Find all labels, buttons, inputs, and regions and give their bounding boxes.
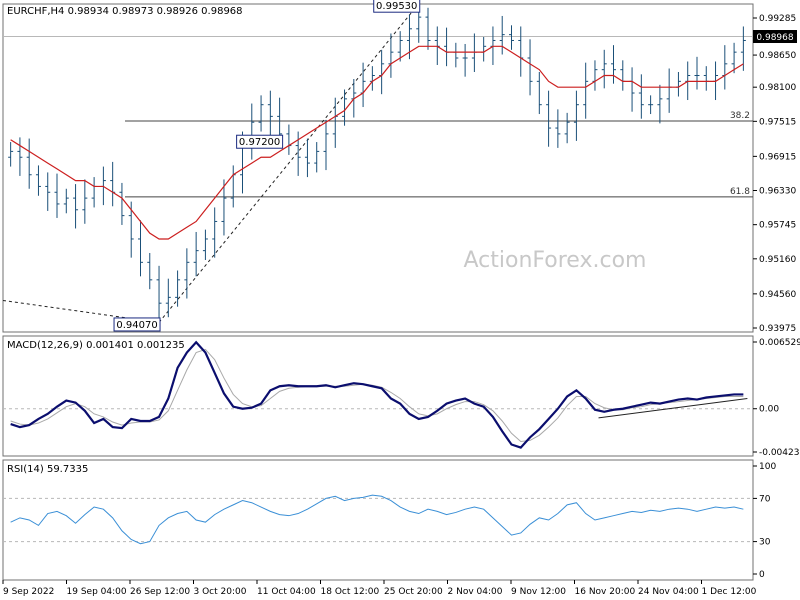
x-tick-label: 2 Nov 04:00 (448, 587, 503, 597)
x-tick-label: 25 Oct 20:00 (384, 587, 443, 597)
annotation-mid-label: 0.97200 (239, 137, 280, 148)
macd-y-tick-label: 0.006529 (759, 338, 800, 348)
price-y-tick-label: 0.96330 (759, 187, 796, 197)
current-price-label: 0.98968 (756, 33, 793, 43)
rsi-y-tick-label: 30 (759, 538, 771, 548)
x-tick-label: 16 Nov 20:00 (575, 587, 636, 597)
x-tick-label: 24 Nov 04:00 (638, 587, 699, 597)
x-tick-label: 26 Sep 12:00 (130, 587, 190, 597)
price-y-tick-label: 0.98100 (759, 83, 796, 93)
macd-panel-title: MACD(12,26,9) 0.001401 0.001235 (7, 340, 185, 351)
x-tick-label: 3 Oct 20:00 (194, 587, 247, 597)
x-tick-label: 11 Oct 04:00 (257, 587, 316, 597)
price-y-tick-label: 0.99285 (759, 14, 796, 24)
rsi-panel-title: RSI(14) 59.7335 (7, 464, 88, 475)
macd-y-tick-label: 0.00 (759, 405, 779, 415)
fib-level-label: 61.8 (730, 187, 750, 197)
rsi-panel-frame (2, 459, 754, 581)
x-tick-label: 1 Dec 12:00 (702, 587, 757, 597)
price-y-tick-label: 0.94560 (759, 290, 796, 300)
watermark: ActionForex.com (464, 248, 647, 273)
price-y-tick-label: 0.95160 (759, 255, 796, 265)
x-tick-label: 9 Nov 12:00 (511, 587, 566, 597)
fib-level-label: 38.2 (730, 111, 750, 121)
x-tick-label: 18 Oct 12:00 (321, 587, 380, 597)
x-axis: 9 Sep 2022 19 Sep 04:00 26 Sep 12:00 3 Oct … (2, 580, 757, 597)
chart-svg: ActionForex.com 0.99285 0.98650 0.98100 0.9… (2, 0, 800, 597)
rsi-y-tick-label: 70 (759, 494, 771, 504)
annotation-low-label: 0.94070 (116, 320, 157, 331)
x-tick-label: 9 Sep 2022 (3, 587, 54, 597)
price-y-tick-label: 0.98650 (759, 51, 796, 61)
price-y-tick-label: 0.93975 (759, 324, 796, 334)
price-panel-frame (2, 3, 754, 333)
rsi-y-tick-label: 0 (759, 570, 765, 580)
price-y-tick-label: 0.97515 (759, 117, 796, 127)
macd-panel-frame (2, 335, 754, 457)
price-panel-title: EURCHF,H4 0.98934 0.98973 0.98926 0.9896… (7, 6, 243, 17)
rsi-y-tick-label: 100 (759, 462, 776, 472)
price-y-tick-label: 0.96915 (759, 152, 796, 162)
x-tick-label: 19 Sep 04:00 (67, 587, 127, 597)
macd-y-tick-label: -0.004233 (759, 448, 800, 458)
chart-root: ActionForex.com 0.99285 0.98650 0.98100 0.9… (0, 0, 800, 600)
annotation-high-label: 0.99530 (376, 1, 417, 12)
price-y-tick-label: 0.95745 (759, 221, 796, 231)
